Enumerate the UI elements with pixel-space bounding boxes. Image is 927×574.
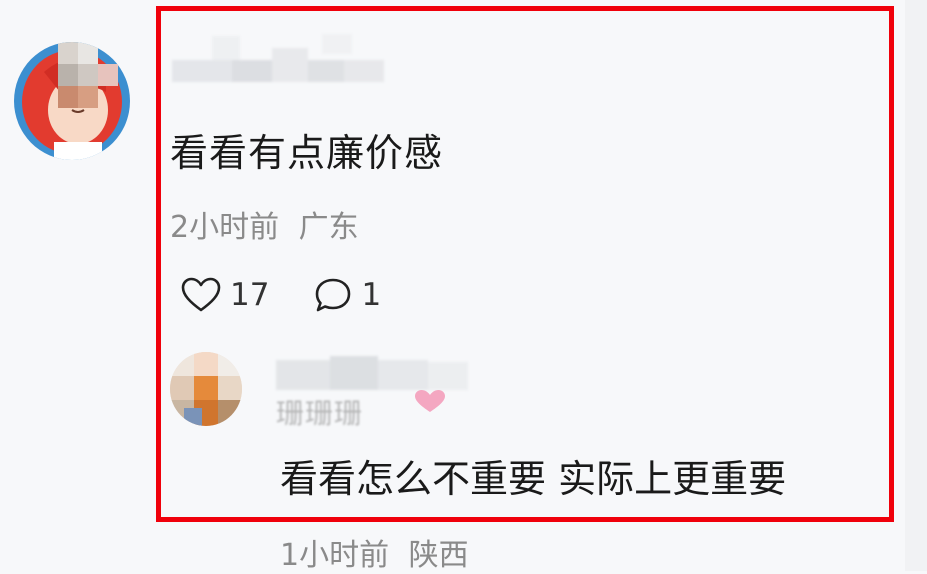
like-button[interactable]: 17	[180, 276, 269, 314]
reply-time: 1小时前	[280, 538, 390, 573]
avatar-image	[14, 42, 130, 160]
commenter-avatar[interactable]	[14, 42, 130, 160]
like-count: 17	[230, 277, 270, 313]
comment-text: 看看有点廉价感	[170, 131, 444, 175]
comment-location: 广东	[298, 210, 359, 245]
commenter-username-redacted	[172, 34, 384, 82]
reply-avatar-image	[170, 352, 242, 426]
comment-actions: 17 1	[180, 276, 425, 314]
heart-outline-icon	[180, 276, 222, 314]
reply-text: 看看怎么不重要 实际上更重要	[280, 457, 787, 501]
replier-username-fragment: 珊珊珊	[276, 397, 364, 430]
comment-time: 2小时前	[170, 210, 280, 245]
page-edge-strip	[905, 0, 927, 571]
reply-count: 1	[361, 277, 382, 313]
reply-meta: 1小时前 陕西	[280, 530, 469, 574]
replier-avatar[interactable]	[170, 352, 242, 426]
reply-button[interactable]: 1	[313, 276, 381, 314]
reply-location: 陕西	[408, 538, 469, 573]
pink-heart-badge-icon	[415, 390, 445, 412]
speech-bubble-icon	[313, 276, 353, 314]
comment-meta: 2小时前 广东	[170, 202, 359, 246]
